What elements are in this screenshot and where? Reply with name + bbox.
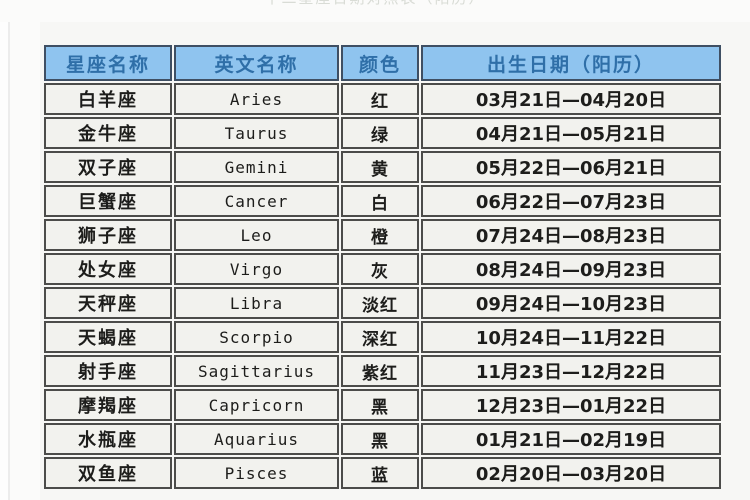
table-row: 射手座 Sagittarius 紫红 11月23日—12月22日 [44,355,721,387]
cell-color: 淡红 [341,287,419,319]
cell-color: 蓝 [341,457,419,489]
cell-zodiac-name: 巨蟹座 [44,185,172,217]
cell-color: 紫红 [341,355,419,387]
cell-color: 黑 [341,389,419,421]
table-body: 白羊座 Aries 红 03月21日—04月20日 金牛座 Taurus 绿 04月21日—0… [44,83,721,489]
cell-zodiac-name: 双子座 [44,151,172,183]
caption-strip: 十二星座日期对照表（阳历） [0,0,750,22]
table-row: 摩羯座 Capricorn 黑 12月23日—01月22日 [44,389,721,421]
cell-date-range: 01月21日—02月19日 [421,423,721,455]
cell-english-name: Aries [174,83,339,115]
cell-date-range: 02月20日—03月20日 [421,457,721,489]
cell-zodiac-name: 天秤座 [44,287,172,319]
cell-english-name: Cancer [174,185,339,217]
cell-zodiac-name: 双鱼座 [44,457,172,489]
cell-color: 灰 [341,253,419,285]
cell-color: 黄 [341,151,419,183]
cell-english-name: Gemini [174,151,339,183]
cell-zodiac-name: 水瓶座 [44,423,172,455]
cell-english-name: Aquarius [174,423,339,455]
cell-date-range: 04月21日—05月21日 [421,117,721,149]
cell-english-name: Leo [174,219,339,251]
cell-english-name: Capricorn [174,389,339,421]
table-row: 水瓶座 Aquarius 黑 01月21日—02月19日 [44,423,721,455]
table-row: 处女座 Virgo 灰 08月24日—09月23日 [44,253,721,285]
cell-date-range: 12月23日—01月22日 [421,389,721,421]
cell-color: 白 [341,185,419,217]
cell-date-range: 07月24日—08月23日 [421,219,721,251]
cell-date-range: 06月22日—07月23日 [421,185,721,217]
table-row: 金牛座 Taurus 绿 04月21日—05月21日 [44,117,721,149]
zodiac-table: 星座名称 英文名称 颜色 出生日期（阳历） 白羊座 Aries 红 03月21日—04… [42,43,723,491]
cell-english-name: Virgo [174,253,339,285]
cell-color: 黑 [341,423,419,455]
cell-zodiac-name: 处女座 [44,253,172,285]
cell-color: 绿 [341,117,419,149]
cell-date-range: 03月21日—04月20日 [421,83,721,115]
cell-color: 深红 [341,321,419,353]
table-header-row: 星座名称 英文名称 颜色 出生日期（阳历） [44,45,721,81]
cell-color: 橙 [341,219,419,251]
table-row: 天秤座 Libra 淡红 09月24日—10月23日 [44,287,721,319]
cell-zodiac-name: 白羊座 [44,83,172,115]
column-header-color: 颜色 [341,45,419,81]
cell-zodiac-name: 金牛座 [44,117,172,149]
column-header-name: 星座名称 [44,45,172,81]
cell-english-name: Sagittarius [174,355,339,387]
column-header-dates: 出生日期（阳历） [421,45,721,81]
cell-zodiac-name: 狮子座 [44,219,172,251]
table-row: 白羊座 Aries 红 03月21日—04月20日 [44,83,721,115]
screenshot-root: 十二星座日期对照表（阳历） 星座名称 英文名称 颜色 出生日期（阳历） 白羊座A… [0,0,750,500]
cell-date-range: 08月24日—09月23日 [421,253,721,285]
table-row: 天蝎座 Scorpio 深红 10月24日—11月22日 [44,321,721,353]
caption-text: 十二星座日期对照表（阳历） [0,0,750,8]
cell-date-range: 09月24日—10月23日 [421,287,721,319]
table-header: 星座名称 英文名称 颜色 出生日期（阳历） [44,45,721,81]
cell-date-range: 05月22日—06月21日 [421,151,721,183]
cell-zodiac-name: 天蝎座 [44,321,172,353]
table-row: 双鱼座 Pisces 蓝 02月20日—03月20日 [44,457,721,489]
cell-zodiac-name: 射手座 [44,355,172,387]
column-header-english: 英文名称 [174,45,339,81]
cell-english-name: Taurus [174,117,339,149]
cell-english-name: Libra [174,287,339,319]
table-row: 狮子座 Leo 橙 07月24日—08月23日 [44,219,721,251]
cell-zodiac-name: 摩羯座 [44,389,172,421]
table-row: 巨蟹座 Cancer 白 06月22日—07月23日 [44,185,721,217]
cell-date-range: 11月23日—12月22日 [421,355,721,387]
cell-english-name: Scorpio [174,321,339,353]
cell-english-name: Pisces [174,457,339,489]
cell-color: 红 [341,83,419,115]
table-row: 双子座 Gemini 黄 05月22日—06月21日 [44,151,721,183]
cell-date-range: 10月24日—11月22日 [421,321,721,353]
